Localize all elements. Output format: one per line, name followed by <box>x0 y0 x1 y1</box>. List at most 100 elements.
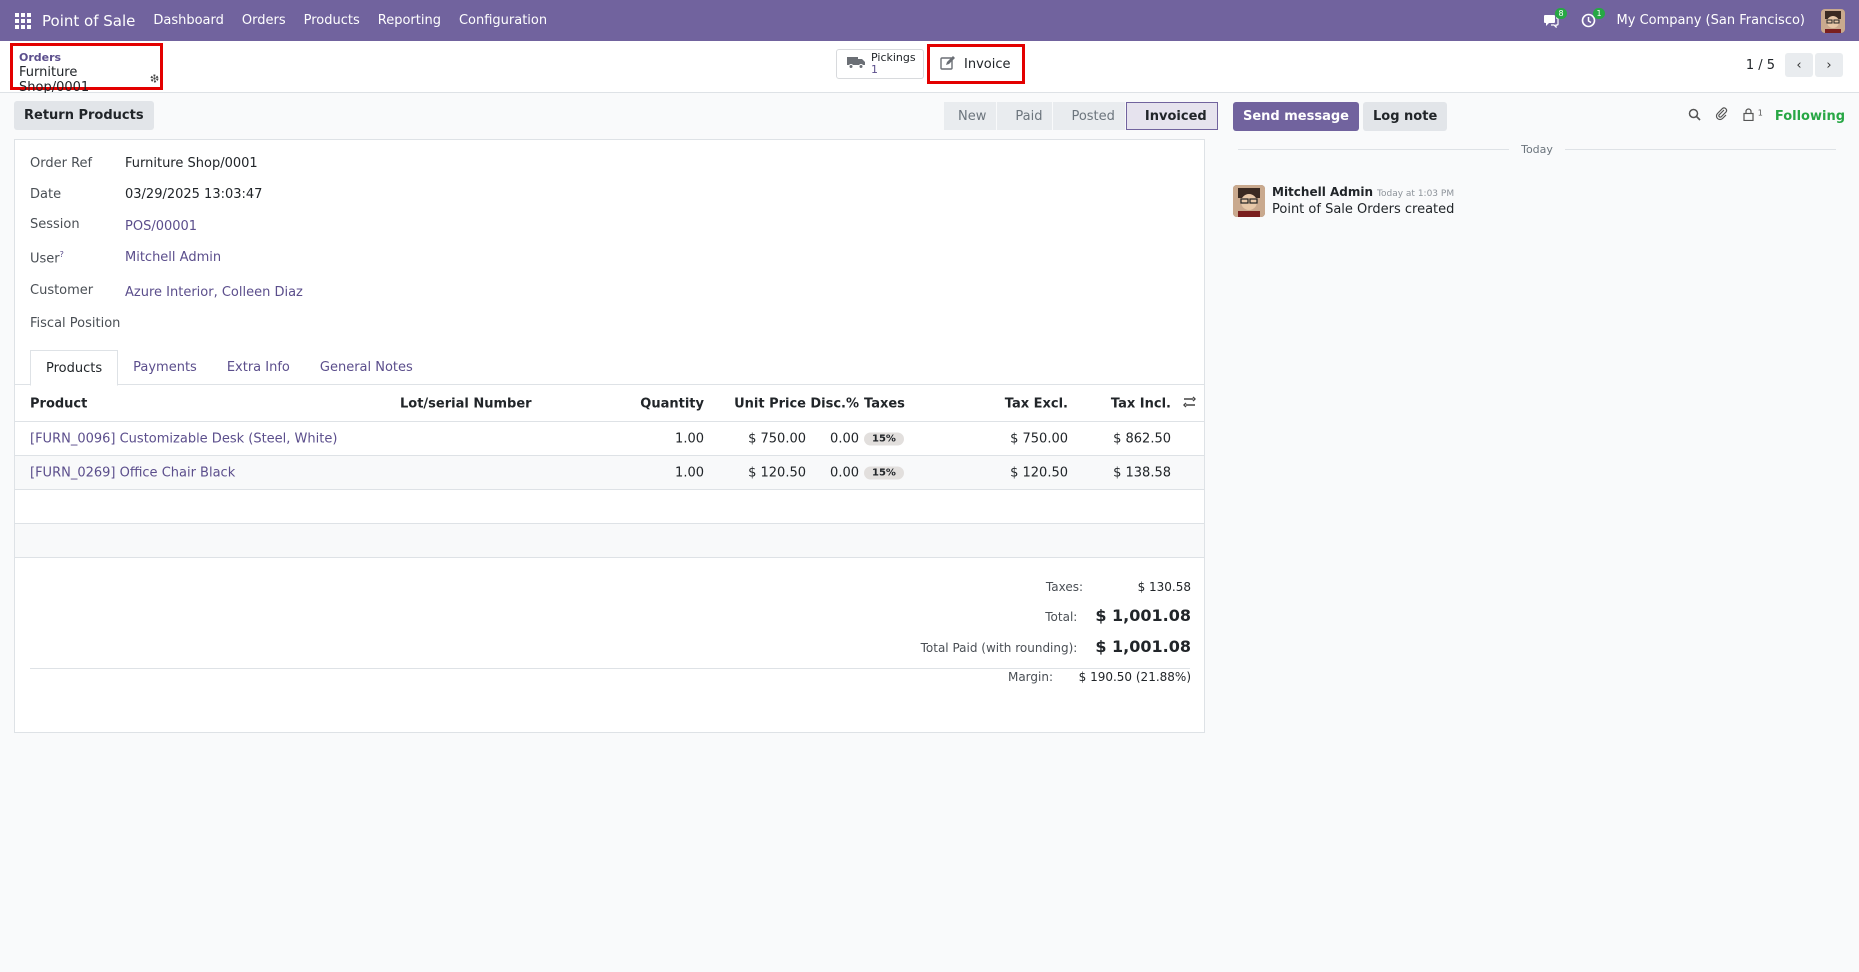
menu-orders[interactable]: Orders <box>242 13 286 28</box>
totals-taxes: Taxes: $ 130.58 <box>1046 580 1191 594</box>
row-tax-incl: $ 862.50 <box>1113 431 1171 446</box>
menu-products[interactable]: Products <box>304 13 360 28</box>
margin-label: Margin: <box>1007 670 1053 684</box>
header-disc[interactable]: Disc.% <box>810 396 859 411</box>
totals-paid: Total Paid (with rounding): $ 1,001.08 <box>921 637 1191 656</box>
pickings-smart-button[interactable]: Pickings 1 <box>836 49 924 79</box>
invoice-smart-button[interactable]: Invoice <box>932 50 1020 79</box>
invoice-highlight: Invoice <box>927 44 1025 84</box>
row-product[interactable]: [FURN_0096] Customizable Desk (Steel, Wh… <box>30 431 337 446</box>
fiscal-position-label: Fiscal Position <box>30 316 121 331</box>
breadcrumb-orders-link[interactable]: Orders <box>19 51 160 64</box>
control-panel: Orders Furniture Shop/0001 Pickings 1 In… <box>0 41 1859 95</box>
message-body: Mitchell Admin Today at 1:03 PM Point of … <box>1272 185 1454 217</box>
top-navbar: Point of Sale Dashboard Orders Products … <box>0 0 1859 41</box>
log-note-button[interactable]: Log note <box>1363 101 1448 131</box>
pickings-text: Pickings 1 <box>871 52 916 76</box>
menu-dashboard[interactable]: Dashboard <box>153 13 224 28</box>
tab-general-notes[interactable]: General Notes <box>305 350 428 385</box>
apps-menu-icon[interactable] <box>15 12 31 29</box>
header-taxes[interactable]: Taxes <box>864 396 905 411</box>
return-products-button[interactable]: Return Products <box>14 101 154 130</box>
messages-badge: 8 <box>1555 7 1567 19</box>
stage-invoiced: Invoiced <box>1125 102 1218 130</box>
margin-value: $ 190.50 (21.88%) <box>1078 670 1191 684</box>
row-tax-excl: $ 750.00 <box>1010 431 1068 446</box>
gear-icon[interactable] <box>149 73 160 87</box>
breadcrumb-current: Furniture Shop/0001 <box>19 65 160 95</box>
activities-icon[interactable]: 1 <box>1579 7 1605 31</box>
form-content: Return Products New Paid Posted Invoiced… <box>0 93 1859 972</box>
row-tax-badge: 15% <box>864 432 904 445</box>
chevron-right-icon[interactable]: › <box>1815 53 1843 77</box>
table-row[interactable]: [FURN_0269] Office Chair Black 1.00 $ 12… <box>15 456 1204 490</box>
customer-label: Customer <box>30 283 94 298</box>
header-lot[interactable]: Lot/serial Number <box>400 396 532 411</box>
avatar[interactable] <box>1233 185 1265 217</box>
messages-icon[interactable]: 8 <box>1541 7 1567 31</box>
chatter-message: Mitchell Admin Today at 1:03 PM Point of … <box>1233 185 1454 217</box>
breadcrumb-current-label: Furniture Shop/0001 <box>19 65 90 95</box>
chatter-icons: 1 Following <box>1674 107 1845 125</box>
taxes-value: $ 130.58 <box>1137 580 1191 594</box>
row-unit-price: $ 120.50 <box>748 465 806 480</box>
paid-label: Total Paid (with rounding): <box>920 641 1078 655</box>
following-button[interactable]: Following <box>1775 109 1845 124</box>
pickings-count: 1 <box>871 63 878 76</box>
date-separator-label: Today <box>1521 142 1553 156</box>
customer-link[interactable]: Azure Interior, Colleen Diaz <box>125 285 303 300</box>
row-quantity: 1.00 <box>675 465 704 480</box>
field-fiscal-position: Fiscal Position <box>30 316 125 331</box>
search-icon[interactable] <box>1688 108 1701 125</box>
menu-reporting[interactable]: Reporting <box>378 13 441 28</box>
paperclip-icon[interactable] <box>1715 107 1729 125</box>
session-link[interactable]: POS/00001 <box>125 219 197 234</box>
user-label: User? <box>30 250 125 266</box>
pager-value[interactable]: 1 / 5 <box>1746 58 1775 73</box>
optional-columns-icon[interactable] <box>1183 396 1196 412</box>
row-tax-incl: $ 138.58 <box>1113 465 1171 480</box>
chevron-left-icon[interactable]: ‹ <box>1785 53 1813 77</box>
tab-products[interactable]: Products <box>30 350 119 386</box>
chatter-topbar: Send message Log note 1 Following <box>1233 101 1845 131</box>
user-link[interactable]: Mitchell Admin <box>125 250 221 266</box>
message-header: Mitchell Admin Today at 1:03 PM <box>1272 185 1454 199</box>
session-label: Session <box>30 217 80 232</box>
order-ref-label: Order Ref <box>30 156 93 171</box>
invoice-label: Invoice <box>964 57 1011 72</box>
totals-total: Total: $ 1,001.08 <box>1045 606 1191 625</box>
edit-icon <box>940 55 956 74</box>
tab-extra-info[interactable]: Extra Info <box>212 350 305 385</box>
row-disc: 0.00 <box>830 431 859 446</box>
row-disc: 0.00 <box>830 465 859 480</box>
user-avatar[interactable] <box>1821 8 1845 33</box>
header-quantity[interactable]: Quantity <box>640 396 704 411</box>
tab-payments[interactable]: Payments <box>118 350 212 385</box>
company-switcher[interactable]: My Company (San Francisco) <box>1617 13 1805 28</box>
header-tax-excl[interactable]: Tax Excl. <box>1005 396 1068 411</box>
message-text: Point of Sale Orders created <box>1272 202 1455 217</box>
header-unit-price[interactable]: Unit Price <box>734 396 806 411</box>
send-message-button[interactable]: Send message <box>1233 101 1359 131</box>
lock-icon[interactable]: 1 <box>1743 107 1763 125</box>
user-help-icon[interactable]: ? <box>60 250 64 259</box>
menu-configuration[interactable]: Configuration <box>459 13 547 28</box>
field-customer: Customer Azure Interior, Colleen Diaz <box>30 283 303 300</box>
field-date: Date 03/29/2025 13:03:47 <box>30 187 262 202</box>
field-session: Session POS/00001 <box>30 217 197 234</box>
empty-row <box>15 524 1204 558</box>
row-quantity: 1.00 <box>675 431 704 446</box>
empty-row <box>15 490 1204 524</box>
message-author[interactable]: Mitchell Admin <box>1272 185 1373 199</box>
header-product[interactable]: Product <box>30 396 87 411</box>
truck-icon <box>847 55 865 73</box>
row-product[interactable]: [FURN_0269] Office Chair Black <box>30 465 235 480</box>
order-ref-value: Furniture Shop/0001 <box>125 156 258 171</box>
app-name[interactable]: Point of Sale <box>42 12 135 30</box>
table-row[interactable]: [FURN_0096] Customizable Desk (Steel, Wh… <box>15 422 1204 456</box>
notebook-tabs: Products Payments Extra Info General Not… <box>15 350 1204 386</box>
date-value: 03/29/2025 13:03:47 <box>125 187 263 202</box>
row-unit-price: $ 750.00 <box>748 431 806 446</box>
header-tax-incl[interactable]: Tax Incl. <box>1111 396 1171 411</box>
stage-paid: Paid <box>997 102 1053 130</box>
